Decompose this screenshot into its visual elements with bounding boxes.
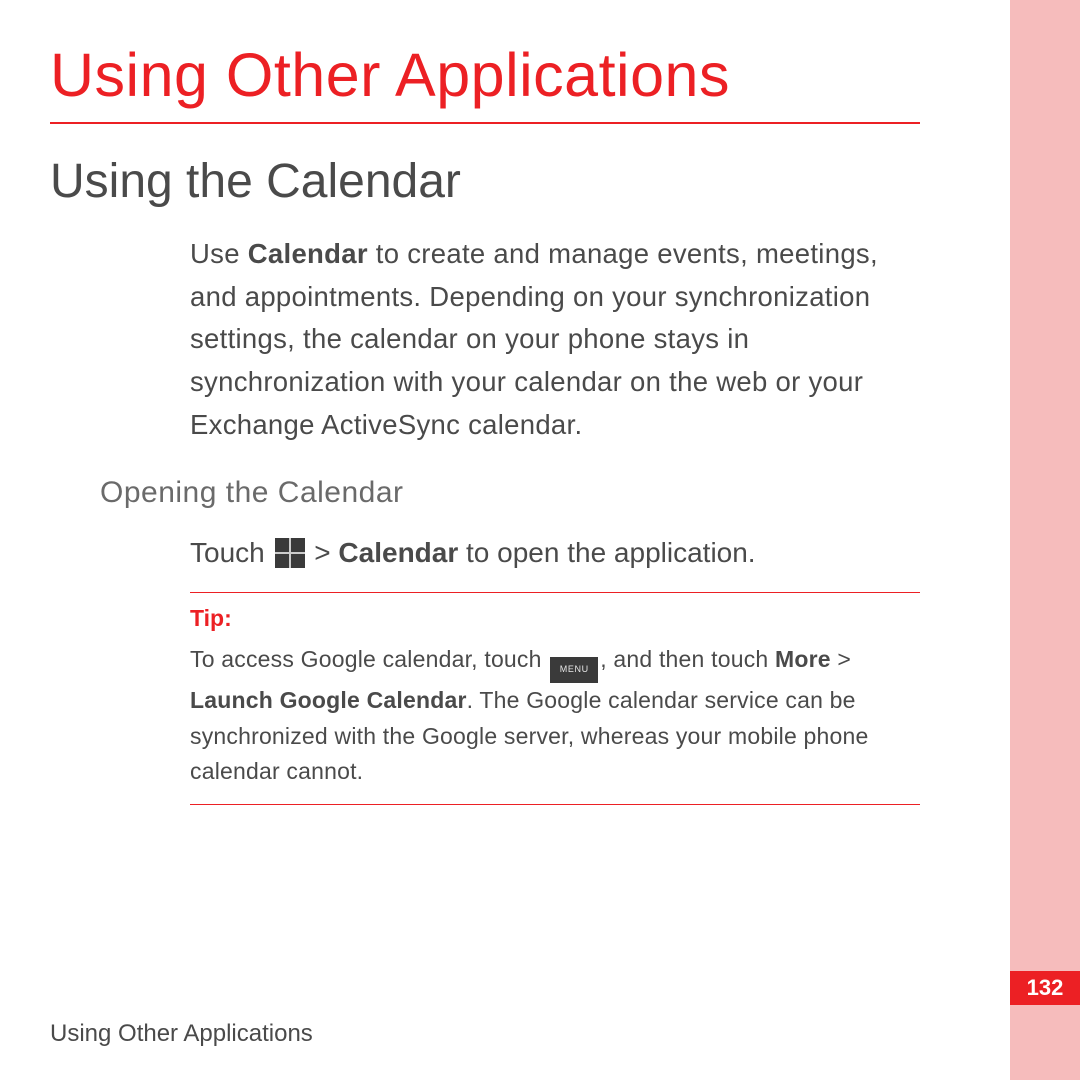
text: > bbox=[831, 646, 851, 672]
side-color-stripe bbox=[1010, 0, 1080, 1080]
open-instruction: Touch > Calendar to open the application… bbox=[190, 532, 920, 574]
text: Use bbox=[190, 238, 248, 269]
text: To access Google calendar, touch bbox=[190, 646, 548, 672]
page-content: Using Other Applications Using the Calen… bbox=[0, 0, 1010, 805]
bold-text: Calendar bbox=[248, 238, 368, 269]
bold-text: Launch Google Calendar bbox=[190, 687, 467, 713]
text: > bbox=[307, 537, 339, 568]
intro-paragraph: Use Calendar to create and manage events… bbox=[190, 233, 920, 446]
bold-text: More bbox=[775, 646, 831, 672]
apps-grid-icon bbox=[275, 538, 305, 568]
tip-box: Tip: To access Google calendar, touch ME… bbox=[190, 592, 920, 805]
text: to open the application. bbox=[458, 537, 755, 568]
tip-label: Tip: bbox=[190, 605, 920, 632]
tip-text: To access Google calendar, touch MENU, a… bbox=[190, 642, 920, 790]
footer-chapter-name: Using Other Applications bbox=[50, 1020, 313, 1048]
chapter-title: Using Other Applications bbox=[50, 40, 920, 124]
text: , and then touch bbox=[600, 646, 775, 672]
menu-key-icon: MENU bbox=[550, 657, 598, 683]
section-title: Using the Calendar bbox=[50, 154, 920, 209]
subsection-title: Opening the Calendar bbox=[100, 476, 920, 510]
text: Touch bbox=[190, 537, 273, 568]
bold-text: Calendar bbox=[338, 537, 458, 568]
page-number: 132 bbox=[1010, 971, 1080, 1005]
